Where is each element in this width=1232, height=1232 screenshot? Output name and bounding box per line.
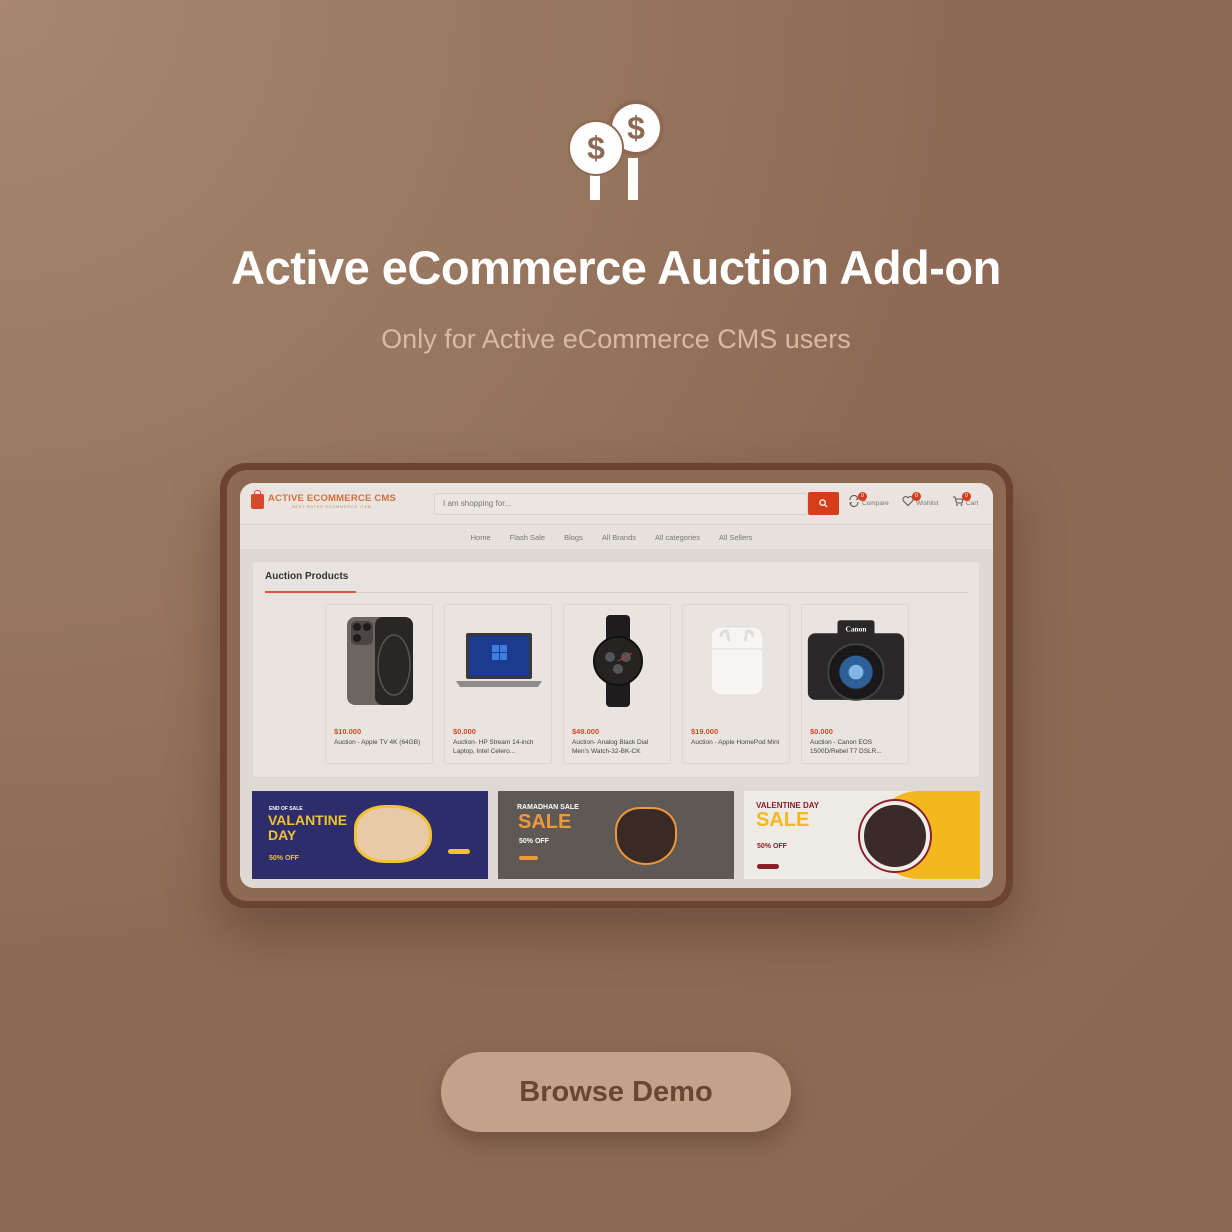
product-price: $49.000 [572, 727, 600, 736]
banner-offer: 50% OFF [757, 843, 787, 850]
site-logo[interactable]: ACTIVE ECOMMERCE CMS BEST RATED ECOMMERC… [251, 489, 397, 509]
compare-label: Compare [862, 500, 889, 507]
product-price: $19.000 [691, 727, 719, 736]
search-input[interactable] [443, 499, 793, 508]
svg-text:$: $ [627, 110, 645, 146]
product-image-laptop [449, 609, 549, 713]
nav-all-brands[interactable]: All Brands [602, 533, 636, 542]
product-card[interactable]: $0.000 Auction- HP Stream 14-inch Laptop… [444, 604, 552, 764]
product-card[interactable]: $49.000 Auction- Analog Black Dial Men's… [563, 604, 671, 764]
search-box [434, 493, 808, 515]
product-name[interactable]: Auction- HP Stream 14-inch Laptop, Intel… [453, 738, 547, 756]
main-nav: Home Flash Sale Blogs All Brands All cat… [240, 526, 993, 548]
wishlist-label: Wishlist [916, 500, 939, 507]
search-button[interactable] [808, 492, 839, 515]
nav-all-sellers[interactable]: All Sellers [719, 533, 752, 542]
product-card[interactable]: $19.000 Auction - Apple HomePod Mini [682, 604, 790, 764]
nav-all-categories[interactable]: All categories [655, 533, 700, 542]
banner-offer: 50% OFF [269, 855, 299, 862]
promo-banner-ramadhan-sale[interactable]: RAMADHAN SALE SALE 50% OFF [498, 791, 734, 879]
product-image-camera: Canon [806, 609, 906, 713]
wishlist-button[interactable]: 0 Wishlist [902, 492, 939, 507]
product-name[interactable]: Auction - Apple HomePod Mini [691, 738, 785, 747]
nav-home[interactable]: Home [471, 533, 491, 542]
shopping-bag-icon [251, 489, 264, 509]
product-image-watch [568, 609, 668, 713]
product-name[interactable]: Auction - Apple TV 4K (64GB) [334, 738, 428, 747]
product-price: $10.000 [334, 727, 362, 736]
logo-text: ACTIVE ECOMMERCE CMS [268, 493, 397, 504]
product-name[interactable]: Auction- Analog Black Dial Men's Watch-3… [572, 738, 666, 756]
auction-money-icon: $ $ [568, 100, 664, 200]
wishlist-count: 0 [912, 492, 921, 501]
browse-demo-button[interactable]: Browse Demo [441, 1052, 791, 1132]
page-title: Active eCommerce Auction Add-on [231, 241, 1001, 294]
svg-text:Canon: Canon [846, 624, 867, 633]
cart-count: 0 [962, 492, 971, 501]
product-card[interactable]: Canon $0.000 Auction - Canon EOS 1500D/R… [801, 604, 909, 764]
product-image-airpods [687, 609, 787, 713]
product-price: $0.000 [453, 727, 476, 736]
promo-banner-valentine-day[interactable]: END OF SALE VALANTINE DAY 50% OFF [252, 791, 488, 879]
section-title: Auction Products [265, 571, 349, 582]
logo-tagline: BEST RATED ECOMMERCE ITEM [292, 505, 372, 509]
product-price: $0.000 [810, 727, 833, 736]
site-header: ACTIVE ECOMMERCE CMS BEST RATED ECOMMERC… [240, 483, 993, 525]
compare-button[interactable]: 0 Compare [848, 492, 889, 507]
svg-text:$: $ [587, 130, 605, 166]
page-subtitle: Only for Active eCommerce CMS users [381, 324, 851, 354]
cart-button[interactable]: 0 Cart [952, 492, 979, 507]
website-screenshot: ACTIVE ECOMMERCE CMS BEST RATED ECOMMERC… [240, 483, 993, 888]
banner-kicker: RAMADHAN SALE [517, 804, 579, 811]
compare-count: 0 [858, 492, 867, 501]
banner-headline-2: DAY [268, 827, 297, 843]
banner-headline: SALE [518, 811, 572, 833]
auction-products-section: Auction Products $10.000 Auction - Apple… [252, 561, 980, 778]
nav-flash-sale[interactable]: Flash Sale [510, 533, 545, 542]
search-icon [819, 499, 828, 508]
banner-headline: VALANTINE [268, 812, 348, 828]
product-name[interactable]: Auction - Canon EOS 1500D/Rebel T7 DSLR.… [810, 738, 904, 756]
cart-label: Cart [966, 500, 979, 507]
nav-blogs[interactable]: Blogs [564, 533, 583, 542]
banner-headline: SALE [756, 809, 810, 831]
banner-offer: 50% OFF [519, 838, 549, 845]
promo-banner-valentine-sale[interactable]: VALENTINE DAY SALE 50% OFF [744, 791, 980, 879]
product-image-iphone [330, 609, 430, 713]
product-card[interactable]: $10.000 Auction - Apple TV 4K (64GB) [325, 604, 433, 764]
